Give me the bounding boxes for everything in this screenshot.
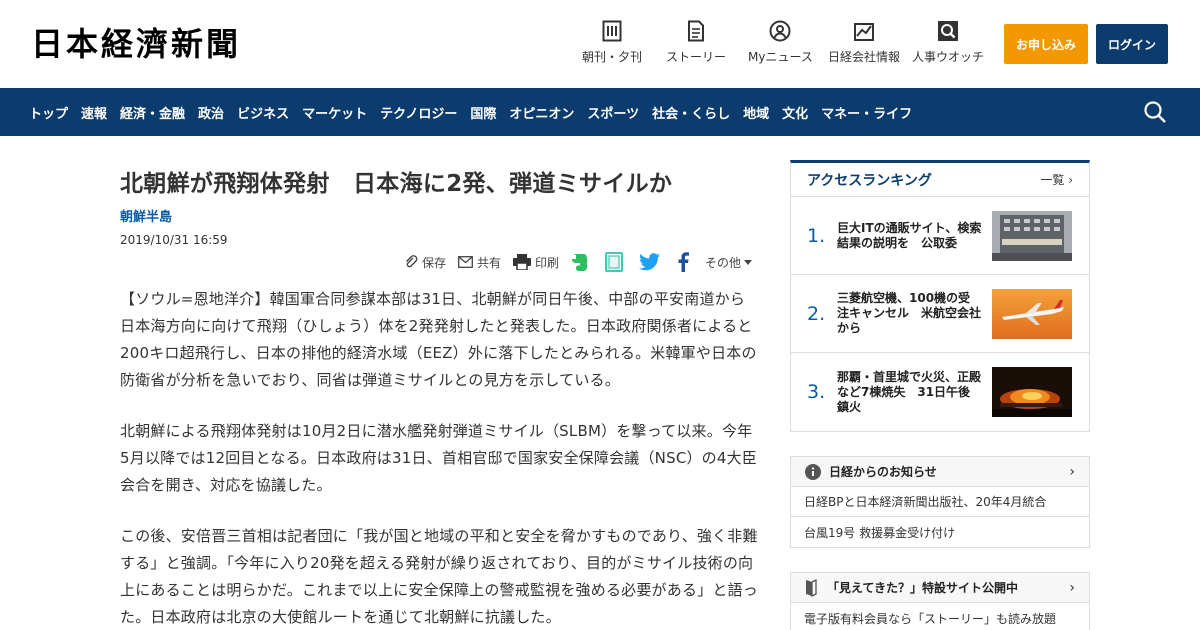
chevron-right-icon: › — [1068, 173, 1073, 187]
newspaper-icon — [601, 20, 623, 42]
header-nav-my-news[interactable]: Myニュース — [748, 20, 813, 65]
login-button[interactable]: ログイン — [1096, 24, 1168, 64]
ranking-headline: 那覇・首里城で火災、正殿など7棟焼失 31日午後鎮火 — [837, 369, 982, 414]
ranking-item[interactable]: 2. 三菱航空機、100機の受注キャンセル 米航空会社から — [791, 275, 1089, 353]
share-label: 共有 — [476, 255, 501, 270]
chevron-right-icon: › — [1069, 463, 1075, 480]
caret-down-icon — [744, 259, 752, 265]
print-label: 印刷 — [534, 255, 559, 270]
story-promo-box: 「見えてきた？」特設サイト公開中 › 電子版有料会員なら「ストーリー」も読み放題 — [790, 572, 1090, 630]
access-ranking: アクセスランキング 一覧 › 1. 巨大ITの通販サイト、検索結果の説明を 公取… — [790, 160, 1090, 432]
main-nav: トップ 速報 経済・金融 政治 ビジネス マーケット テクノロジー 国際 オピニ… — [0, 88, 1200, 136]
twitter-icon — [638, 253, 660, 271]
print-button[interactable]: 印刷 — [512, 254, 559, 271]
article-paragraph: 【ソウル=恩地洋介】韓国軍合同参謀本部は31日、北朝鮮が同日午後、中部の平安南道… — [120, 290, 757, 389]
building-photo-thumbnail — [992, 210, 1072, 261]
article-title: 北朝鮮が飛翔体発射 日本海に2発、弾道ミサイルか — [120, 171, 673, 197]
nav-item-international[interactable]: 国際 — [470, 103, 496, 122]
nav-item-economy[interactable]: 経済・金融 — [120, 103, 185, 122]
ranking-more-label: 一覧 — [1040, 173, 1065, 187]
nav-item-market[interactable]: マーケット — [302, 103, 367, 122]
nav-item-politics[interactable]: 政治 — [198, 103, 224, 122]
share-button[interactable]: 共有 — [458, 254, 501, 271]
story-item[interactable]: 電子版有料会員なら「ストーリー」も読み放題 — [791, 603, 1089, 630]
header-nav-label: 人事ウオッチ — [912, 50, 985, 64]
notice-header[interactable]: 日経からのお知らせ › — [791, 457, 1089, 487]
nav-item-breaking[interactable]: 速報 — [81, 103, 107, 122]
more-share-dropdown[interactable]: その他 — [705, 254, 756, 271]
nav-item-top[interactable]: トップ — [29, 103, 68, 122]
search-icon[interactable] — [1143, 100, 1167, 124]
site-logo[interactable]: 日本経濟新聞 — [31, 24, 241, 64]
company-chart-icon — [853, 20, 875, 42]
article: 北朝鮮が飛翔体発射 日本海に2発、弾道ミサイルか 朝鮮半島 2019/10/31… — [120, 160, 760, 626]
share-toolbar: 保存 共有 印刷 その他 — [392, 252, 756, 272]
note-share-button[interactable] — [604, 252, 627, 272]
printer-icon — [512, 254, 531, 270]
chevron-right-icon: › — [1069, 579, 1075, 596]
article-paragraph: 北朝鮮による飛翔体発射は10月2日に潜水艦発射弾道ミサイル（SLBM）を撃って以… — [120, 422, 758, 494]
story-header[interactable]: 「見えてきた？」特設サイト公開中 › — [791, 573, 1089, 603]
nav-item-region[interactable]: 地域 — [743, 103, 769, 122]
ranking-item[interactable]: 3. 那覇・首里城で火災、正殿など7棟焼失 31日午後鎮火 — [791, 353, 1089, 431]
header-nav-personnel-watch[interactable]: 人事ウオッチ — [912, 20, 984, 65]
clip-icon — [405, 255, 418, 268]
article-date: 2019/10/31 16:59 — [120, 233, 228, 247]
more-label: その他 — [704, 255, 741, 270]
ranking-more-link[interactable]: 一覧 › — [1040, 171, 1073, 188]
article-category-link[interactable]: 朝鮮半島 — [120, 208, 760, 228]
notice-item[interactable]: 日経BPと日本経済新聞出版社、20年4月統合 — [791, 487, 1089, 517]
facebook-icon — [678, 252, 689, 272]
subscribe-button[interactable]: お申し込み — [1004, 24, 1088, 64]
ranking-number: 1. — [807, 224, 826, 247]
ranking-title: アクセスランキング — [807, 172, 932, 189]
ranking-item[interactable]: 1. 巨大ITの通販サイト、検索結果の説明を 公取委 — [791, 197, 1089, 275]
story-book-icon — [806, 578, 817, 597]
nav-item-sports[interactable]: スポーツ — [587, 103, 639, 122]
notice-item[interactable]: 台風19号 救援募金受け付け — [791, 517, 1089, 547]
story-title: 「見えてきた？」特設サイト公開中 — [827, 581, 1019, 595]
ranking-header: アクセスランキング 一覧 › — [791, 163, 1089, 197]
nav-item-business[interactable]: ビジネス — [237, 103, 289, 122]
fire-photo-thumbnail — [992, 367, 1072, 417]
save-button[interactable]: 保存 — [404, 254, 446, 271]
header-nav-label: Myニュース — [748, 50, 813, 64]
site-header: 日本経濟新聞 朝刊・夕刊 ストーリー Myニュース 日経会社情報 人事ウオッチ … — [0, 0, 1200, 88]
article-paragraph: この後、安倍晋三首相は記者団に「我が国と地域の平和と安全を脅かすものであり、強く… — [120, 527, 758, 626]
story-icon — [685, 20, 707, 42]
header-nav-story[interactable]: ストーリー — [666, 20, 726, 65]
evernote-icon — [571, 254, 587, 271]
nav-item-money-life[interactable]: マネー・ライフ — [821, 103, 912, 122]
nav-item-culture[interactable]: 文化 — [782, 103, 808, 122]
facebook-share-button[interactable] — [677, 252, 693, 272]
header-nav-print-edition[interactable]: 朝刊・夕刊 — [582, 20, 642, 65]
header-nav-label: 日経会社情報 — [828, 50, 901, 64]
info-icon — [805, 463, 821, 480]
notice-title: 日経からのお知らせ — [829, 465, 937, 479]
nav-item-technology[interactable]: テクノロジー — [380, 103, 457, 122]
evernote-share-button[interactable] — [571, 252, 593, 272]
ranking-headline: 巨大ITの通販サイト、検索結果の説明を 公取委 — [837, 220, 982, 250]
nikkei-notice-box: 日経からのお知らせ › 日経BPと日本経済新聞出版社、20年4月統合 台風19号… — [790, 456, 1090, 548]
twitter-share-button[interactable] — [638, 253, 665, 271]
header-nav-company-info[interactable]: 日経会社情報 — [828, 20, 900, 65]
my-news-icon — [769, 20, 791, 42]
header-nav-label: ストーリー — [666, 50, 727, 64]
header-nav-label: 朝刊・夕刊 — [582, 50, 643, 64]
personnel-search-icon — [937, 20, 959, 42]
article-body: 【ソウル=恩地洋介】韓国軍合同参謀本部は31日、北朝鮮が同日午後、中部の平安南道… — [120, 286, 760, 630]
airplane-photo-thumbnail — [992, 288, 1072, 339]
mail-icon — [458, 256, 473, 268]
ranking-number: 3. — [807, 381, 826, 403]
nav-item-opinion[interactable]: オピニオン — [509, 103, 574, 122]
ranking-headline: 三菱航空機、100機の受注キャンセル 米航空会社から — [837, 291, 982, 335]
ranking-number: 2. — [807, 302, 826, 325]
save-label: 保存 — [421, 255, 446, 270]
note-icon — [604, 252, 623, 272]
nav-item-society[interactable]: 社会・くらし — [652, 103, 730, 122]
